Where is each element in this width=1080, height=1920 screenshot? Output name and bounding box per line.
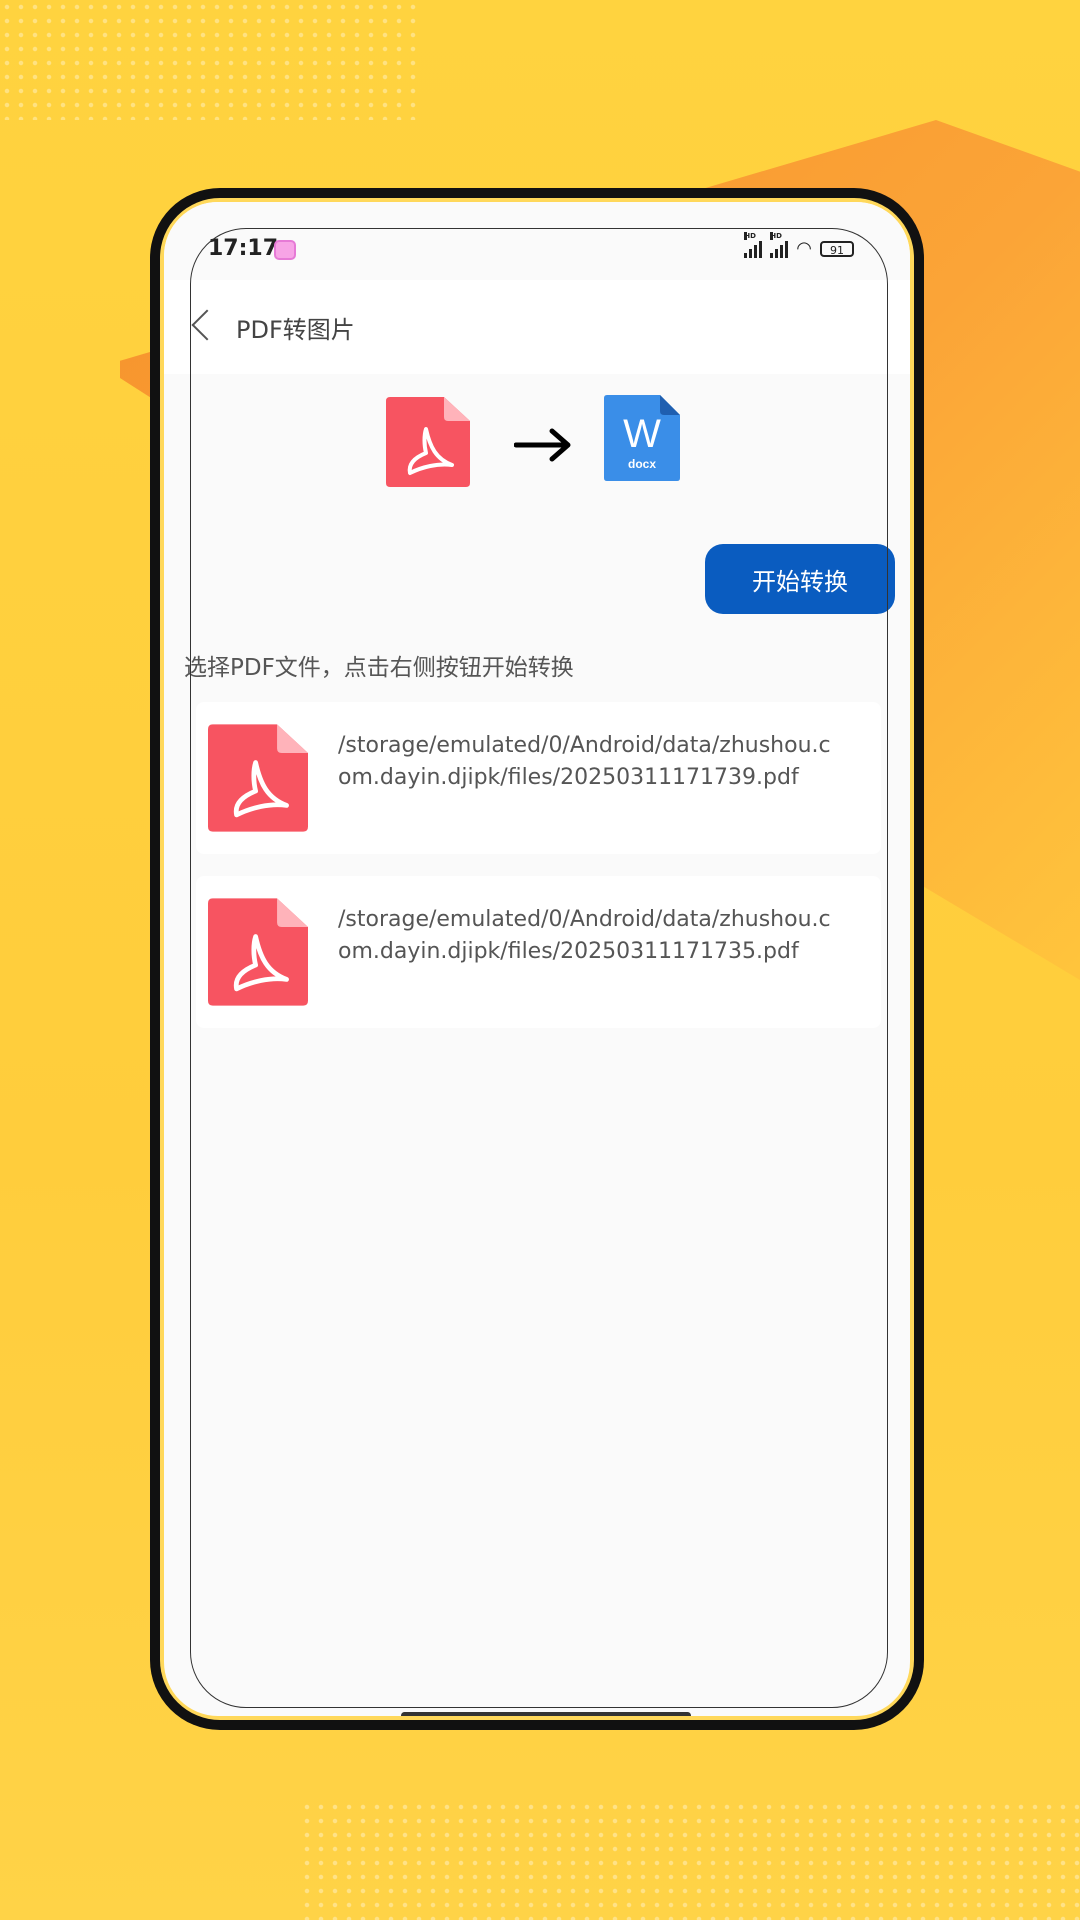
cell-signal-icon: HD	[744, 231, 763, 258]
file-list-item[interactable]: /storage/emulated/0/Android/data/zhushou…	[196, 876, 881, 1028]
decor-dots-bottom	[300, 1800, 1080, 1920]
battery-icon: 91	[820, 240, 854, 257]
decor-dots-top	[0, 0, 420, 120]
phone-frame: 17:17 HD HD ◠ 91 PDF转图片 W docx 开始转换 选择PD…	[150, 188, 924, 1730]
home-indicator[interactable]	[401, 1712, 691, 1716]
camera-app-icon	[274, 240, 296, 260]
cell-signal-icon-2: HD	[770, 231, 789, 258]
back-arrow-icon[interactable]	[191, 309, 223, 341]
word-letter: W	[623, 412, 661, 456]
target-word-icon: W docx	[604, 395, 680, 481]
nav-bar: PDF转图片	[164, 280, 910, 374]
app-screen: 17:17 HD HD ◠ 91 PDF转图片 W docx 开始转换 选择PD…	[164, 202, 910, 1716]
hd-label-2: HD	[770, 231, 782, 240]
hd-label: HD	[744, 231, 756, 240]
pdf-file-icon	[208, 898, 308, 1006]
docx-label: docx	[628, 457, 656, 471]
start-convert-button[interactable]: 开始转换	[705, 544, 895, 614]
source-pdf-icon	[386, 397, 470, 487]
page-title: PDF转图片	[236, 316, 355, 344]
status-time: 17:17	[208, 236, 279, 261]
convert-arrow-icon	[514, 428, 571, 462]
file-list: /storage/emulated/0/Android/data/zhushou…	[196, 702, 881, 1050]
file-path: /storage/emulated/0/Android/data/zhushou…	[338, 733, 831, 790]
pdf-file-icon	[208, 724, 308, 832]
phone-bezel: 17:17 HD HD ◠ 91 PDF转图片 W docx 开始转换 选择PD…	[160, 198, 914, 1720]
instruction-text: 选择PDF文件，点击右侧按钮开始转换	[184, 655, 574, 681]
file-path: /storage/emulated/0/Android/data/zhushou…	[338, 907, 831, 964]
wifi-icon: ◠	[796, 238, 812, 259]
status-bar: 17:17 HD HD ◠ 91	[164, 202, 910, 280]
status-indicators: HD HD ◠ 91	[744, 231, 854, 259]
file-list-item[interactable]: /storage/emulated/0/Android/data/zhushou…	[196, 702, 881, 854]
